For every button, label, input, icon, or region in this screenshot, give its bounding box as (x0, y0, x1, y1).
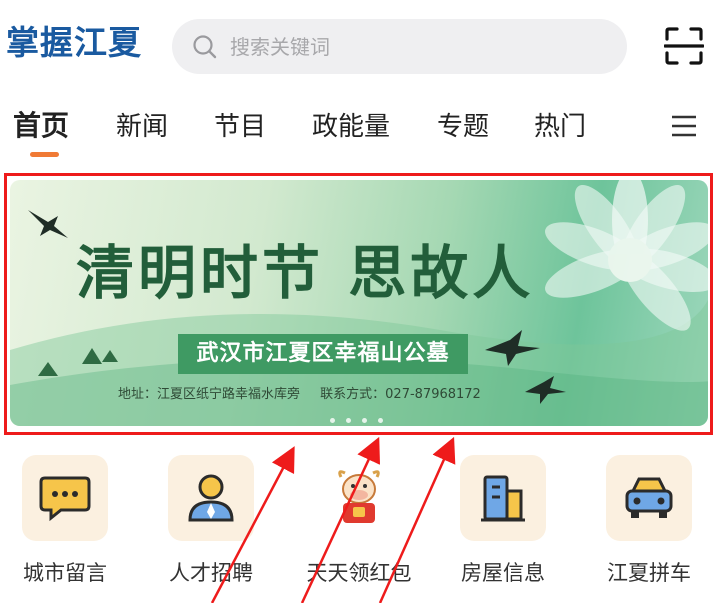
search-bar[interactable] (172, 19, 627, 74)
service-jiangxia-carpool[interactable]: 江夏拼车 (584, 455, 714, 587)
service-label: 城市留言 (23, 561, 107, 585)
person-icon (188, 474, 234, 522)
car-icon (625, 477, 673, 518)
tab-positive-energy[interactable]: 政能量 (312, 106, 390, 143)
tab-news[interactable]: 新闻 (116, 106, 168, 143)
search-input[interactable] (228, 33, 562, 60)
active-tab-indicator (30, 152, 59, 157)
service-label: 江夏拼车 (607, 561, 691, 585)
service-label: 房屋信息 (461, 561, 545, 585)
cow-mascot-icon (338, 470, 380, 523)
tab-hot[interactable]: 热门 (534, 106, 586, 143)
highlight-box (4, 173, 713, 435)
building-icon (481, 475, 525, 522)
service-grid: 城市留言 人才招聘 天天领红包 房屋信息 江夏拼车 (0, 455, 721, 595)
message-icon (39, 476, 91, 522)
service-tile (168, 455, 254, 541)
service-tile (316, 455, 402, 541)
menu-icon[interactable] (671, 114, 697, 138)
service-talent-recruitment[interactable]: 人才招聘 (146, 455, 276, 587)
scan-icon[interactable] (664, 26, 704, 66)
service-tile (460, 455, 546, 541)
service-housing-info[interactable]: 房屋信息 (438, 455, 568, 587)
app-logo: 掌握江夏 (6, 23, 142, 62)
tab-programs[interactable]: 节目 (214, 106, 266, 143)
tab-home[interactable]: 首页 (13, 104, 69, 144)
nav-tabs: 首页 新闻 节目 政能量 专题 热门 (0, 100, 721, 156)
service-tile (606, 455, 692, 541)
service-city-message[interactable]: 城市留言 (0, 455, 130, 587)
service-label: 天天领红包 (306, 561, 412, 585)
service-tile (22, 455, 108, 541)
search-icon (193, 34, 217, 58)
service-label: 人才招聘 (169, 561, 253, 585)
service-red-envelope[interactable]: 天天领红包 (294, 455, 424, 587)
tab-topics[interactable]: 专题 (437, 106, 489, 143)
